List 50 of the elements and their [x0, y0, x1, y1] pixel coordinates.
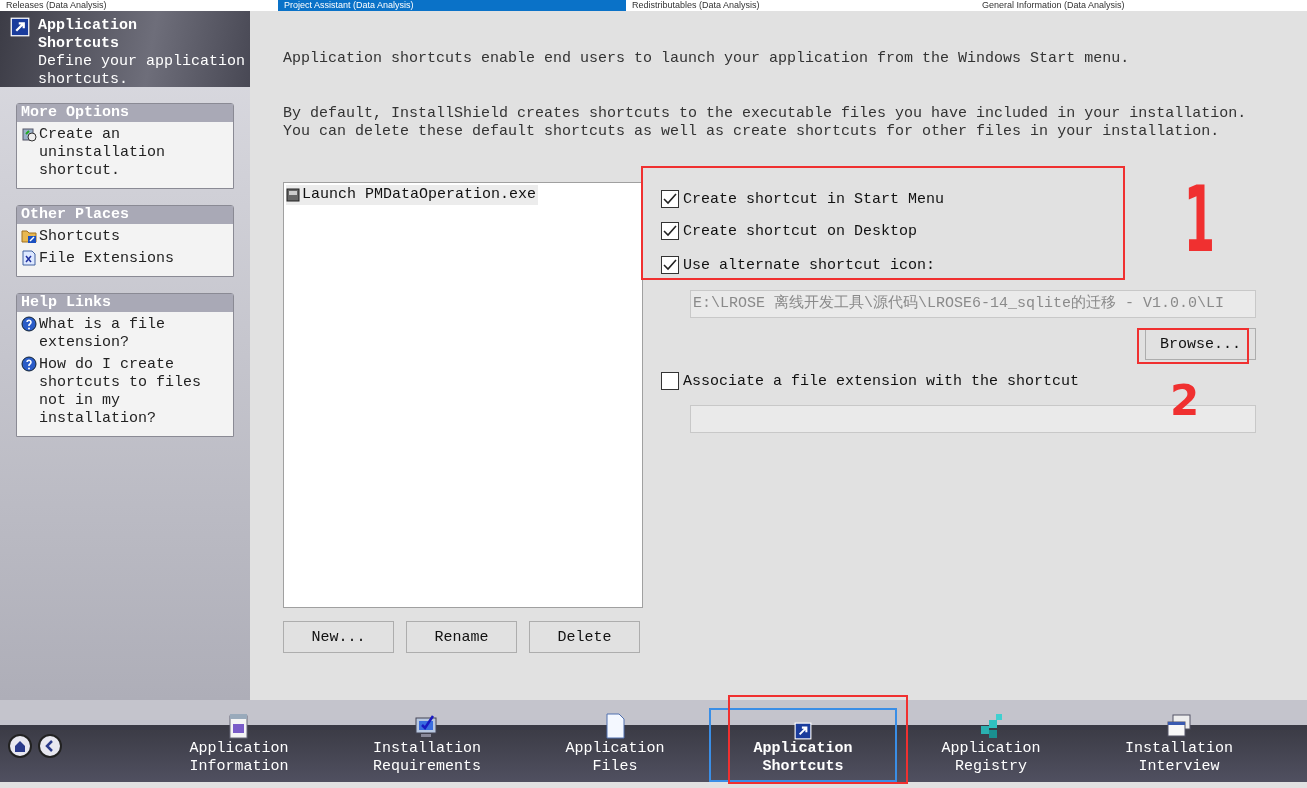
- home-button[interactable]: [8, 734, 32, 758]
- option-checkbox[interactable]: Create shortcut on Desktop: [661, 215, 918, 247]
- document-tab[interactable]: Project Assistant (Data Analysis): [278, 0, 626, 11]
- option-checkbox[interactable]: Create shortcut in Start Menu: [661, 183, 945, 215]
- navigation-item[interactable]: Application Information: [145, 708, 333, 782]
- back-button[interactable]: [38, 734, 62, 758]
- panel-title: Other Places: [17, 206, 233, 224]
- shortcut-icon: [10, 17, 30, 37]
- list-action-button[interactable]: Delete: [529, 621, 640, 653]
- sidebar-link[interactable]: What is a file extension?: [39, 316, 209, 352]
- checkbox[interactable]: [661, 372, 679, 390]
- navigation-item[interactable]: Installation Interview: [1085, 708, 1273, 782]
- windows-icon: [1165, 712, 1193, 740]
- home-icon: [13, 739, 27, 753]
- checkbox-label: Create shortcut in Start Menu: [683, 190, 945, 208]
- checkbox[interactable]: [661, 190, 679, 208]
- browse-button[interactable]: Browse...: [1145, 328, 1256, 360]
- list-action-button[interactable]: Rename: [406, 621, 517, 653]
- navigation-item[interactable]: Application Files: [521, 708, 709, 782]
- panel-title: Help Links: [17, 294, 233, 312]
- application-icon: [286, 188, 300, 202]
- checkbox-label: Create shortcut on Desktop: [683, 222, 918, 240]
- navigation-item[interactable]: Installation Requirements: [333, 708, 521, 782]
- checkbox[interactable]: [661, 222, 679, 240]
- description-text: By default, InstallShield creates shortcuts to the executable files you have included in your installation. You can delete these default shortcuts as well as create shortcuts for other files in your installation.: [283, 105, 1248, 141]
- checkbox[interactable]: [661, 256, 679, 274]
- navigation-item[interactable]: Application Registry: [897, 708, 1085, 782]
- checkbox-label: Associate a file extension with the shortcut: [683, 372, 1080, 390]
- description-text: Application shortcuts enable end users to launch your application from the Windows Start menu.: [283, 50, 1131, 68]
- sidebar-link[interactable]: Create an uninstallation shortcut.: [39, 126, 209, 180]
- shortcut-icon: [794, 722, 812, 740]
- checkbox-label: Use alternate shortcut icon:: [683, 256, 936, 274]
- help-icon: [21, 316, 37, 332]
- list-action-button[interactable]: New...: [283, 621, 394, 653]
- navigation-item[interactable]: Application Shortcuts: [709, 708, 897, 782]
- annotation-number: 1: [1183, 170, 1215, 270]
- option-checkbox[interactable]: Associate a file extension with the shortcut: [661, 365, 1080, 397]
- option-checkbox[interactable]: Use alternate shortcut icon:: [661, 247, 936, 283]
- page-title: Application Shortcuts: [38, 17, 139, 53]
- sidebar-link[interactable]: Shortcuts: [39, 228, 209, 246]
- shortcut-item[interactable]: Launch PMDataOperation.exe: [286, 185, 539, 205]
- panel-title: More Options: [17, 104, 233, 122]
- sidebar-link[interactable]: How do I create shortcuts to files not in my installation?: [39, 356, 209, 428]
- file-icon: [21, 250, 37, 266]
- folder-icon: [21, 228, 37, 244]
- uninstall-icon: [21, 126, 37, 142]
- page-subtitle: Define your application shortcuts.: [38, 53, 247, 87]
- sidebar-link[interactable]: File Extensions: [39, 250, 209, 268]
- help-icon: [21, 356, 37, 372]
- annotation-number: 2: [1170, 378, 1200, 424]
